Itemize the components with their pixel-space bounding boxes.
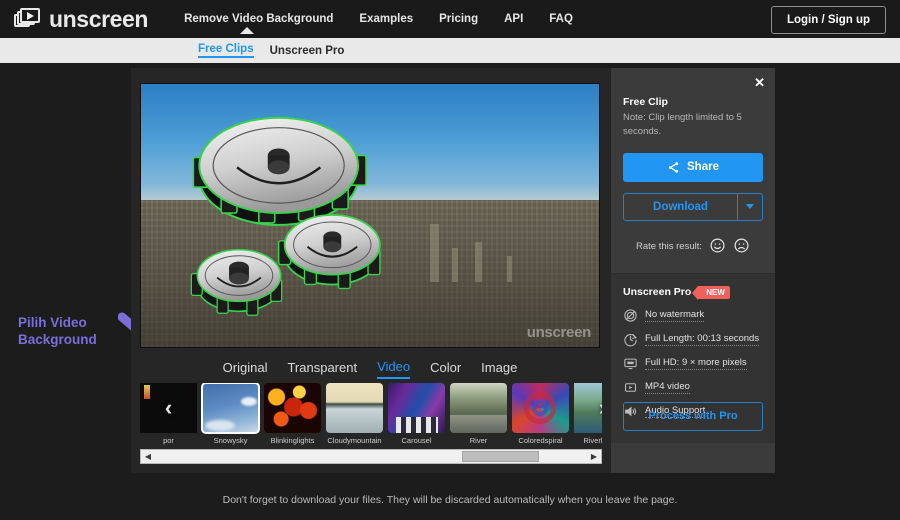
nav-item-list: Remove Video Background Examples Pricing… xyxy=(184,13,599,34)
thumbnail-label: Carousel xyxy=(401,436,432,445)
pro-title: Unscreen Pro xyxy=(623,286,692,299)
video-frames-play-icon xyxy=(14,8,40,30)
bgtab-transparent[interactable]: Transparent xyxy=(287,360,357,378)
rating-row: Rate this result: xyxy=(611,237,775,257)
new-badge: NEW xyxy=(692,285,730,300)
scrollbar-left-arrow-icon[interactable]: ◀ xyxy=(141,450,155,463)
free-clip-note: Note: Clip length limited to 5 seconds. xyxy=(623,112,742,137)
unscreen-pro-section: Unscreen Pro NEW No watermark Full Lengt… xyxy=(611,273,775,443)
scrollbar-right-arrow-icon[interactable]: ▶ xyxy=(587,450,601,463)
bgtab-color[interactable]: Color xyxy=(430,360,461,378)
pro-feature-label: Full Length: 00:13 seconds xyxy=(645,332,760,346)
thumbnail-label: por xyxy=(163,436,174,445)
pro-feature-label: MP4 video xyxy=(645,380,690,394)
play-box-icon xyxy=(623,380,638,395)
download-button[interactable]: Download xyxy=(623,192,737,221)
video-preview[interactable]: unscreen xyxy=(140,83,600,348)
pro-feature-label: Full HD: 9 × more pixels xyxy=(645,356,747,370)
pro-header: Unscreen Pro NEW xyxy=(623,285,763,300)
thumbnail-item-blinkinglights[interactable]: Blinkinglights xyxy=(264,383,321,445)
footer-notice: Don't forget to download your files. The… xyxy=(222,494,678,506)
pro-feature-full-hd: Full HD: 9 × more pixels xyxy=(623,356,763,371)
thumbnail-item-carousel[interactable]: Carousel xyxy=(388,383,445,445)
no-watermark-icon xyxy=(623,308,638,323)
nav-item-pricing[interactable]: Pricing xyxy=(439,13,478,25)
process-with-pro-button[interactable]: Process with Pro xyxy=(623,401,763,431)
thumbnail-scrollbar[interactable]: ◀ ▶ xyxy=(140,449,602,464)
thumbnails-prev-arrow-icon[interactable]: ‹ xyxy=(140,383,197,433)
rate-label: Rate this result: xyxy=(636,241,702,253)
tab-free-clips[interactable]: Free Clips xyxy=(198,43,254,58)
background-thumbnail-strip[interactable]: ‹ por Snowysky Blinkinglights Cloudymoun… xyxy=(140,383,602,445)
thumbnail-label: Coloredspiral xyxy=(518,436,563,445)
free-clip-title: Free Clip xyxy=(623,96,668,108)
share-button[interactable]: Share xyxy=(623,152,763,182)
download-dropdown-button[interactable] xyxy=(737,192,763,221)
thumbnail-label: Blinkinglights xyxy=(270,436,315,445)
nav-item-api[interactable]: API xyxy=(504,13,523,25)
brand-wordmark: unscreen xyxy=(49,5,149,32)
nav-item-faq[interactable]: FAQ xyxy=(549,13,573,25)
share-button-label: Share xyxy=(687,161,719,174)
brand-logo[interactable]: unscreen xyxy=(14,6,148,33)
preview-watermark: unscreen xyxy=(526,324,592,341)
bgtab-original[interactable]: Original xyxy=(223,360,268,378)
thumbnail-item-river[interactable]: River xyxy=(450,383,507,445)
pro-feature-full-length: Full Length: 00:13 seconds xyxy=(623,332,763,347)
scrollbar-track[interactable] xyxy=(155,450,587,463)
thumbnail-item-cloudymountain[interactable]: Cloudymountain xyxy=(326,383,383,445)
monitor-icon xyxy=(623,356,638,371)
pro-feature-mp4: MP4 video xyxy=(623,380,763,395)
editor-workarea: unscreen Original Transparent Video Colo… xyxy=(131,68,775,473)
tab-unscreen-pro[interactable]: Unscreen Pro xyxy=(270,45,345,57)
thumbnail-item-prev[interactable]: ‹ por xyxy=(140,383,197,445)
thumbnail-label: Snowysky xyxy=(213,436,248,445)
thumbnail-item-snowysky[interactable]: Snowysky xyxy=(201,383,260,445)
download-button-group: Download xyxy=(623,192,763,221)
active-nav-caret-icon xyxy=(240,27,255,34)
result-side-panel: ✕ Free Clip Note: Clip length limited to… xyxy=(611,68,775,473)
top-navigation-bar: unscreen Remove Video Background Example… xyxy=(0,0,900,38)
thumbnails-next-arrow-icon[interactable]: › xyxy=(574,383,602,433)
clock-icon xyxy=(623,332,638,347)
thumbnail-item-riverbridge[interactable]: › Riverbridge xyxy=(574,383,602,445)
thumbnail-label: Riverbridge xyxy=(583,436,602,445)
close-icon[interactable]: ✕ xyxy=(754,76,765,89)
nav-item-examples[interactable]: Examples xyxy=(359,13,413,25)
bgtab-image[interactable]: Image xyxy=(481,360,517,378)
chevron-down-icon xyxy=(746,204,754,210)
smiley-sad-icon[interactable] xyxy=(733,237,750,257)
nav-item-remove-video-background[interactable]: Remove Video Background xyxy=(184,13,333,25)
free-clip-section: Free Clip Note: Clip length limited to 5… xyxy=(611,68,775,139)
background-type-tabs: Original Transparent Video Color Image xyxy=(131,356,609,382)
editor-stage: Pilih Video Background unscreen Original… xyxy=(0,63,900,520)
share-nodes-icon xyxy=(667,161,680,174)
bgtab-video[interactable]: Video xyxy=(377,359,411,379)
thumbnail-label: Cloudymountain xyxy=(327,436,382,445)
smiley-happy-icon[interactable] xyxy=(709,237,726,257)
pro-feature-no-watermark: No watermark xyxy=(623,308,763,323)
pro-feature-label: No watermark xyxy=(645,308,705,322)
thumbnail-item-coloredspiral[interactable]: Coloredspiral xyxy=(512,383,569,445)
thumbnail-label: River xyxy=(469,436,488,445)
sub-navigation-bar: Free Clips Unscreen Pro xyxy=(0,38,900,63)
scrollbar-thumb[interactable] xyxy=(461,451,540,462)
gears-subject xyxy=(190,116,381,316)
login-signup-button[interactable]: Login / Sign up xyxy=(770,6,886,34)
